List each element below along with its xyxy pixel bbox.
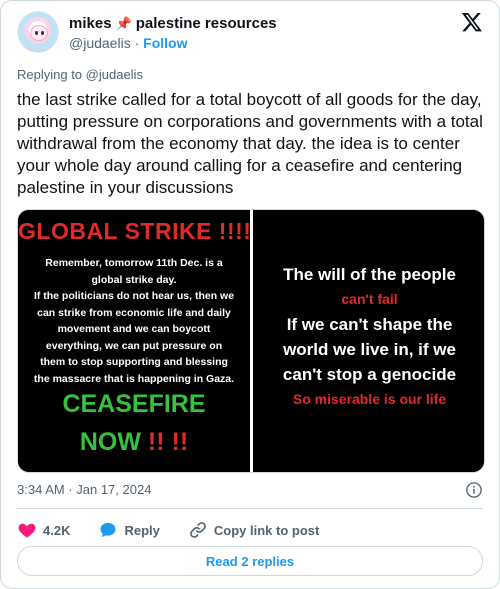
right-line-red: So miserable is our life [292,391,447,407]
copy-link-button[interactable]: Copy link to post [188,520,319,540]
read-replies-button[interactable]: Read 2 replies [17,546,483,576]
tweet-timestamp[interactable]: 3:34 AM · Jan 17, 2024 [17,482,151,497]
media-image-right[interactable]: The will of the people can't fail If we … [253,210,484,472]
avatar-eye [35,31,38,35]
reply-bubble-icon [100,522,116,538]
strike-body-line: If the politicians do not hear us, then … [33,290,235,302]
now-bangs: !! !! [147,428,189,456]
strike-body-line: everything, we can put pressure on [45,339,223,352]
now-text: NOW !! !! [18,428,250,457]
right-line: The will of the people [283,265,456,284]
link-icon [190,522,206,538]
author-name-suffix[interactable]: palestine resources [136,15,277,32]
strike-body-text: Remember, tomorrow 11th Dec. is a global… [18,255,250,387]
pin-icon: 📌 [115,15,132,31]
now-word: NOW [79,428,141,456]
follow-button[interactable]: Follow [143,35,187,51]
ceasefire-text: CEASEFIRE [62,390,206,418]
author-name-row[interactable]: mikes 📌 palestine resources [69,15,277,32]
strike-body-line: the massacre that is happening in Gaza. [33,372,235,385]
tweet-text: the last strike called for a total boyco… [17,90,483,197]
avatar[interactable] [17,11,59,53]
replying-to: Replying to @judaelis [17,67,143,82]
divider-line [17,508,483,509]
right-line: If we can't shape the [286,315,453,334]
like-button[interactable]: 4.2K [17,520,70,540]
strike-body-line: movement and we can boycott [57,323,211,335]
author-display-name[interactable]: mikes [69,15,112,32]
strike-body-line: them to stop supporting and blessing [40,356,228,368]
replying-to-prefix: Replying to [17,67,83,82]
strike-body-line: Remember, tomorrow 11th Dec. is a [45,257,223,269]
avatar-face [30,25,48,41]
reply-label: Reply [124,522,160,538]
handle-separator: · [134,35,140,51]
global-strike-headline: GLOBAL STRIKE !!!! [18,218,252,244]
strike-body-line: global strike day. [91,273,177,286]
right-line: world we live in, if we [283,340,456,359]
author-handle-row: @judaelis · Follow [69,35,187,51]
replying-to-handle[interactable]: @judaelis [86,67,143,82]
will-of-people-text: The will of the people can't fail If we … [253,262,484,412]
x-logo-icon[interactable] [461,11,483,33]
right-line: can't stop a genocide [282,365,457,384]
reply-button[interactable]: Reply [98,520,160,540]
author-handle[interactable]: @judaelis [69,35,131,51]
info-icon[interactable] [465,481,483,499]
tweet-card: mikes 📌 palestine resources @judaelis · … [0,0,500,589]
media-image-left[interactable]: GLOBAL STRIKE !!!! Remember, tomorrow 11… [18,210,252,472]
heart-icon [18,523,36,538]
like-count: 4.2K [43,522,71,538]
tweet-actions: 4.2K Reply Copy link to post [17,519,347,541]
avatar-eye [41,31,44,35]
strike-body-line: can strike from economic life and daily [37,306,231,319]
copy-link-label: Copy link to post [213,522,320,538]
right-line-red: can't fail [341,291,398,307]
tweet-header: mikes 📌 palestine resources @judaelis · … [17,11,483,61]
tweet-media[interactable]: GLOBAL STRIKE !!!! Remember, tomorrow 11… [17,209,485,473]
